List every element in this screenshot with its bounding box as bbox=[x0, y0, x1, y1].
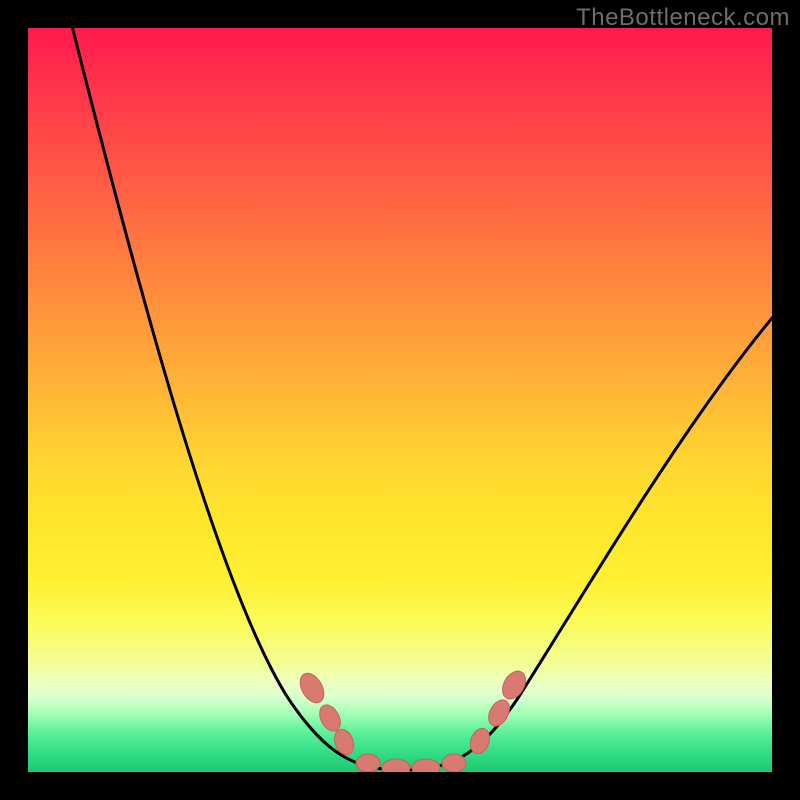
curve-marker bbox=[498, 667, 530, 703]
chart-svg bbox=[28, 28, 772, 772]
curve-marker bbox=[412, 759, 440, 772]
bottleneck-curve bbox=[70, 28, 772, 770]
curve-markers bbox=[295, 667, 530, 772]
curve-marker bbox=[382, 759, 410, 772]
curve-marker bbox=[356, 754, 380, 772]
curve-marker bbox=[484, 696, 513, 729]
curve-marker bbox=[295, 669, 328, 707]
chart-plot-area bbox=[28, 28, 772, 772]
curve-marker bbox=[442, 754, 466, 772]
